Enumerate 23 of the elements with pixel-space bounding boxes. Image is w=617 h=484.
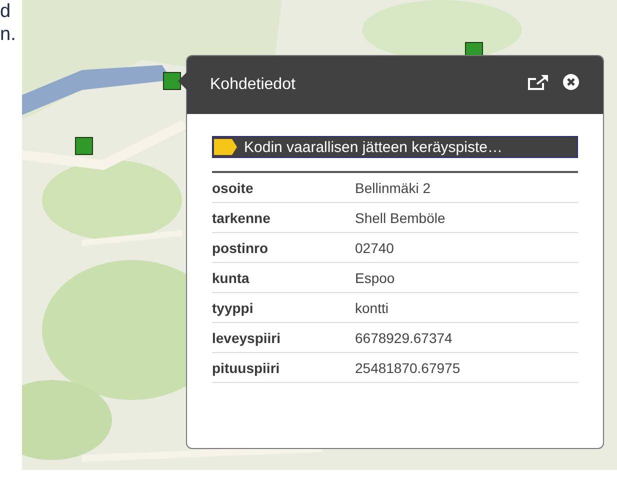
external-link-icon[interactable] (527, 74, 549, 90)
field-value: kontti (355, 300, 388, 316)
field-value: Shell Bemböle (355, 210, 446, 226)
popup-title: Kohdetiedot (210, 76, 296, 94)
field-label: osoite (212, 180, 254, 196)
flag-icon (214, 139, 238, 155)
field-label: pituuspiiri (212, 360, 281, 376)
field-label: tyyppi (212, 300, 254, 316)
field-value: 6678929.67374 (355, 330, 452, 346)
page-text: d (0, 0, 12, 23)
field-value: 02740 (355, 240, 394, 256)
heading-text: Kodin vaarallisen jätteen keräyspiste… (244, 138, 502, 156)
marker-icon[interactable] (75, 137, 93, 155)
field-label: kunta (212, 270, 250, 286)
marker-icon[interactable] (163, 72, 181, 90)
field-value: Espoo (355, 270, 395, 286)
field-value: 25481870.67975 (355, 360, 460, 376)
page-text: n. (0, 23, 17, 46)
field-label: postinro (212, 240, 269, 256)
field-value: Bellinmäki 2 (355, 180, 430, 196)
close-icon[interactable] (563, 74, 579, 90)
field-label: leveyspiiri (212, 330, 282, 346)
field-label: tarkenne (212, 210, 272, 226)
